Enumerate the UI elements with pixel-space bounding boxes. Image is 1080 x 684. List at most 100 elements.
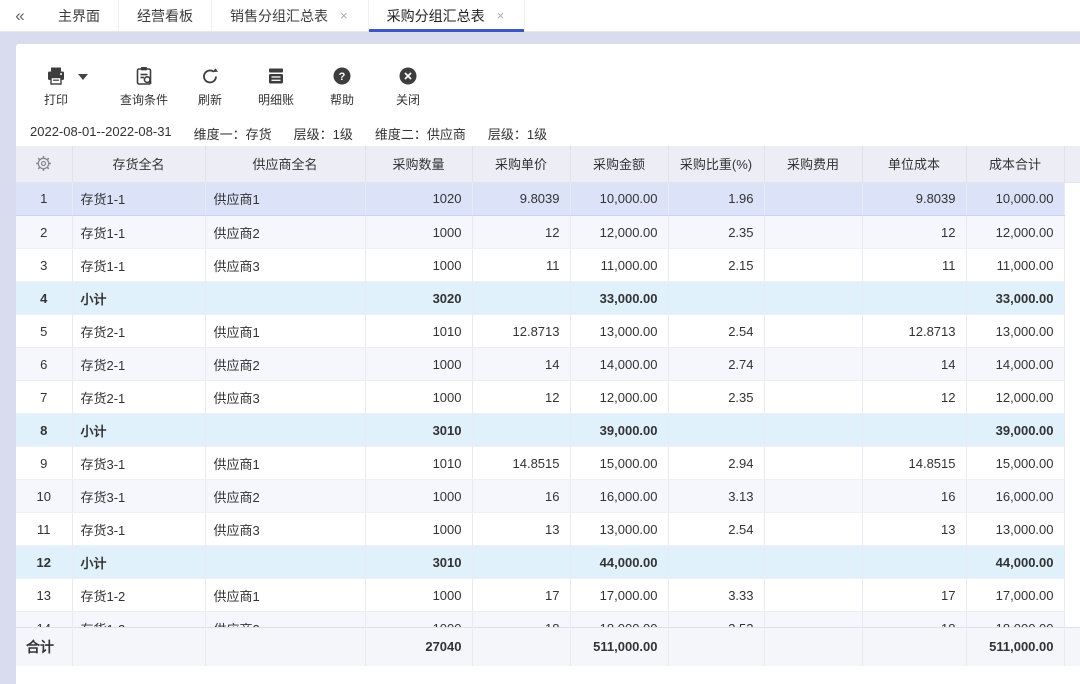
table-row[interactable]: 7存货2-1供应商310001212,000.002.351212,000.00	[16, 381, 1080, 414]
cell: 15,000.00	[570, 447, 668, 480]
query-conditions-icon	[133, 64, 155, 88]
refresh-label: 刷新	[198, 91, 222, 108]
print-dropdown-caret-icon[interactable]	[78, 74, 88, 80]
cell: 2.54	[668, 315, 764, 348]
cell: 11	[472, 249, 570, 282]
col-header-purchase-qty[interactable]: 采购数量	[365, 146, 472, 182]
table-row[interactable]: 2存货1-1供应商210001212,000.002.351212,000.00	[16, 216, 1080, 249]
col-header-unit-cost[interactable]: 单位成本	[862, 146, 966, 182]
cell	[764, 480, 862, 513]
subtotal-row[interactable]: 12小计301044,000.0044,000.00	[16, 546, 1080, 579]
subtotal-row[interactable]: 8小计301039,000.0039,000.00	[16, 414, 1080, 447]
cell: 存货2-1	[72, 315, 205, 348]
table-row[interactable]: 3存货1-1供应商310001111,000.002.151111,000.00	[16, 249, 1080, 282]
svg-text:?: ?	[339, 71, 346, 83]
cell: 1000	[365, 579, 472, 612]
table-row[interactable]: 5存货2-1供应商1101012.871313,000.002.5412.871…	[16, 315, 1080, 348]
cell: 1000	[365, 348, 472, 381]
col-header-purchase-ratio[interactable]: 采购比重(%)	[668, 146, 764, 182]
cell: 供应商3	[205, 513, 365, 546]
cell: 供应商1	[205, 447, 365, 480]
tab-main-screen[interactable]: 主界面	[40, 0, 119, 31]
row-number: 5	[16, 315, 72, 348]
close-tab-icon[interactable]: ×	[338, 7, 350, 24]
close-report-button[interactable]: 关闭	[382, 64, 434, 108]
cell	[764, 513, 862, 546]
detail-ledger-button[interactable]: 明细账	[250, 64, 302, 108]
table-row[interactable]: 10存货3-1供应商210001616,000.003.131616,000.0…	[16, 480, 1080, 513]
table-row[interactable]: 1存货1-1供应商110209.803910,000.001.969.80391…	[16, 183, 1080, 216]
level2: 层级：1级	[488, 124, 547, 144]
detail-ledger-label: 明细账	[258, 91, 294, 108]
total-cost-total: 511,000.00	[966, 627, 1064, 666]
tab-purchase-group-summary[interactable]: 采购分组汇总表 ×	[369, 0, 526, 31]
collapse-tabs-icon[interactable]: «	[0, 0, 40, 31]
cell: 供应商1	[205, 183, 365, 216]
cell: 10,000.00	[570, 183, 668, 216]
cell	[862, 414, 966, 447]
cell: 11	[862, 249, 966, 282]
cell: 供应商3	[205, 249, 365, 282]
tab-sales-group-summary[interactable]: 销售分组汇总表 ×	[212, 0, 369, 31]
subtotal-row[interactable]: 4小计302033,000.0033,000.00	[16, 282, 1080, 315]
table-row[interactable]: 6存货2-1供应商210001414,000.002.741414,000.00	[16, 348, 1080, 381]
cell: 14.8515	[862, 447, 966, 480]
cell: 存货3-1	[72, 447, 205, 480]
table-row[interactable]: 13存货1-2供应商110001717,000.003.331717,000.0…	[16, 579, 1080, 612]
refresh-button[interactable]: 刷新	[184, 64, 236, 108]
table-header-row: 存货全名 供应商全名 采购数量 采购单价 采购金额 采购比重(%) 采购费用 单…	[16, 146, 1080, 182]
cell: 1000	[365, 216, 472, 249]
dimension1: 维度一：存货	[194, 124, 272, 144]
cell: 供应商3	[205, 381, 365, 414]
level1: 层级：1级	[294, 124, 353, 144]
cell: 14,000.00	[966, 348, 1064, 381]
col-header-purchase-expense[interactable]: 采购费用	[764, 146, 862, 182]
cell: 1020	[365, 183, 472, 216]
cell: 14	[472, 348, 570, 381]
cell: 39,000.00	[966, 414, 1064, 447]
col-header-supplier-name[interactable]: 供应商全名	[205, 146, 365, 182]
row-spacer	[1064, 546, 1080, 579]
cell: 18,000.00	[966, 612, 1064, 627]
cell: 2.74	[668, 348, 764, 381]
cell: 供应商1	[205, 315, 365, 348]
table-row[interactable]: 9存货3-1供应商1101014.851515,000.002.9414.851…	[16, 447, 1080, 480]
cell: 1000	[365, 381, 472, 414]
print-button[interactable]: 打印	[30, 64, 82, 108]
cell: 小计	[72, 414, 205, 447]
cell	[668, 282, 764, 315]
cell: 3010	[365, 414, 472, 447]
cell	[668, 546, 764, 579]
cell: 12,000.00	[966, 216, 1064, 249]
col-header-purchase-amount[interactable]: 采购金额	[570, 146, 668, 182]
cell: 12,000.00	[570, 381, 668, 414]
help-button[interactable]: ? 帮助	[316, 64, 368, 108]
row-spacer	[1064, 414, 1080, 447]
cell: 小计	[72, 546, 205, 579]
col-header-purchase-price[interactable]: 采购单价	[472, 146, 570, 182]
cell	[862, 546, 966, 579]
print-label: 打印	[44, 91, 68, 108]
row-number: 11	[16, 513, 72, 546]
cell: 17	[862, 579, 966, 612]
tab-business-dashboard[interactable]: 经营看板	[119, 0, 212, 31]
cell: 供应商2	[205, 216, 365, 249]
cell: 15,000.00	[966, 447, 1064, 480]
col-header-cost-total[interactable]: 成本合计	[966, 146, 1064, 182]
row-number: 3	[16, 249, 72, 282]
cell: 18,000.00	[570, 612, 668, 627]
row-number: 14	[16, 612, 72, 627]
col-header-inventory-name[interactable]: 存货全名	[72, 146, 205, 182]
column-settings-button[interactable]	[16, 146, 72, 182]
query-conditions-button[interactable]: 查询条件	[118, 64, 170, 108]
cell: 18	[472, 612, 570, 627]
cell: 存货1-1	[72, 249, 205, 282]
cell: 1000	[365, 612, 472, 627]
cell: 16	[862, 480, 966, 513]
total-purchase-qty: 27040	[365, 627, 472, 666]
detail-ledger-icon	[265, 64, 287, 88]
close-tab-icon[interactable]: ×	[495, 7, 507, 24]
cell: 33,000.00	[966, 282, 1064, 315]
table-row[interactable]: 14存货1-2供应商210001818,000.003.521818,000.0…	[16, 612, 1080, 627]
table-row[interactable]: 11存货3-1供应商310001313,000.002.541313,000.0…	[16, 513, 1080, 546]
